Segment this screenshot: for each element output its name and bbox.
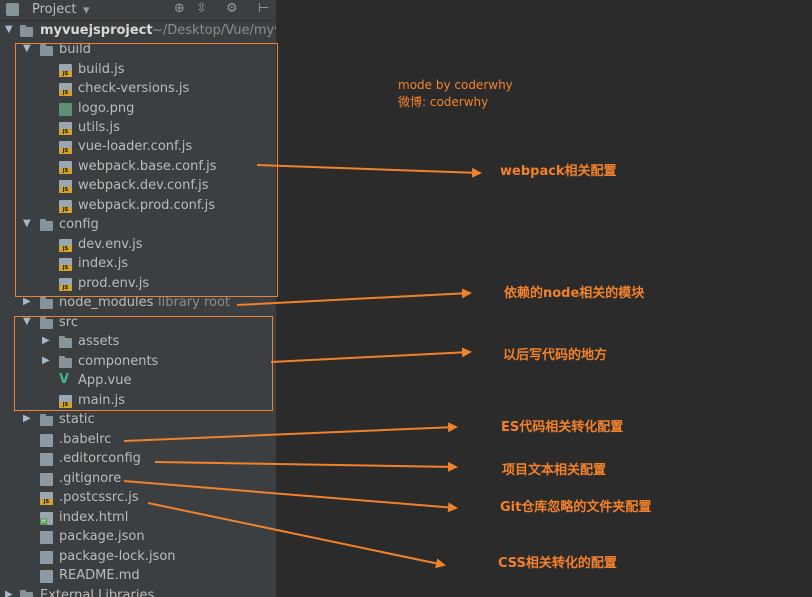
arrow-gitignore [123, 480, 458, 513]
annotation-editorconfig: 项目文本相关配置 [502, 463, 607, 478]
arrow-src [270, 347, 472, 363]
arrow-node-modules [236, 288, 472, 306]
annotation-postcss: CSS相关转化的配置 [498, 556, 617, 571]
arrow-webpack [256, 164, 482, 178]
annotation-arrows [123, 164, 482, 569]
annotation-src: 以后写代码的地方 [503, 348, 608, 363]
arrow-postcssrc [147, 502, 446, 569]
annotation-node-modules: 依赖的node相关的模块 [504, 286, 645, 301]
annotation-webpack: webpack相关配置 [500, 164, 617, 179]
arrow-babelrc [123, 422, 458, 442]
arrow-editorconfig [154, 461, 458, 472]
annotation-babel: ES代码相关转化配置 [501, 420, 624, 435]
annotation-gitignore: Git仓库忽略的文件夹配置 [500, 500, 652, 515]
